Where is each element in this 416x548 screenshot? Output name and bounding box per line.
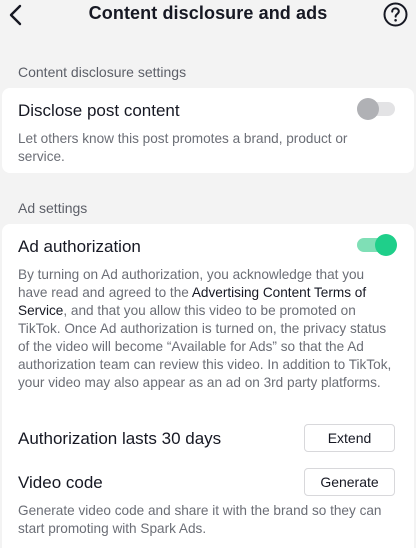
video-code-description: Generate video code and share it with th…: [18, 503, 382, 536]
ad-settings-card: Ad authorization By turning on Ad author…: [2, 224, 414, 548]
generate-button[interactable]: Generate: [304, 468, 395, 496]
disclosure-card: Disclose post content Let others know th…: [2, 88, 414, 173]
video-code-label: Video code: [18, 473, 103, 492]
authorization-duration-label: Authorization lasts 30 days: [18, 429, 222, 448]
extend-button[interactable]: Extend: [304, 424, 395, 452]
help-button[interactable]: [383, 2, 408, 27]
top-bar: Content disclosure and ads: [0, 0, 416, 30]
ad-authorization-description: By turning on Ad authorization, you ackn…: [18, 266, 396, 392]
toggle-thumb: [375, 234, 397, 256]
content-disclosure-screen: Content disclosure and ads Content discl…: [0, 0, 416, 548]
section-header-disclosure: Content disclosure settings: [18, 64, 187, 80]
disclose-post-content-label: Disclose post content: [18, 101, 180, 120]
disclose-post-content-toggle[interactable]: [357, 98, 397, 120]
toggle-thumb: [357, 98, 379, 120]
section-header-ad-settings: Ad settings: [18, 200, 88, 216]
disclose-post-content-description: Let others know this post promotes a bra…: [18, 131, 348, 164]
ad-authorization-toggle[interactable]: [357, 234, 397, 256]
page-title: Content disclosure and ads: [88, 3, 328, 23]
question-circle-icon: [383, 2, 408, 27]
ad-authorization-label: Ad authorization: [18, 237, 141, 256]
ad-authorization-description-part2: , and that you allow this video to be pr…: [18, 303, 392, 390]
